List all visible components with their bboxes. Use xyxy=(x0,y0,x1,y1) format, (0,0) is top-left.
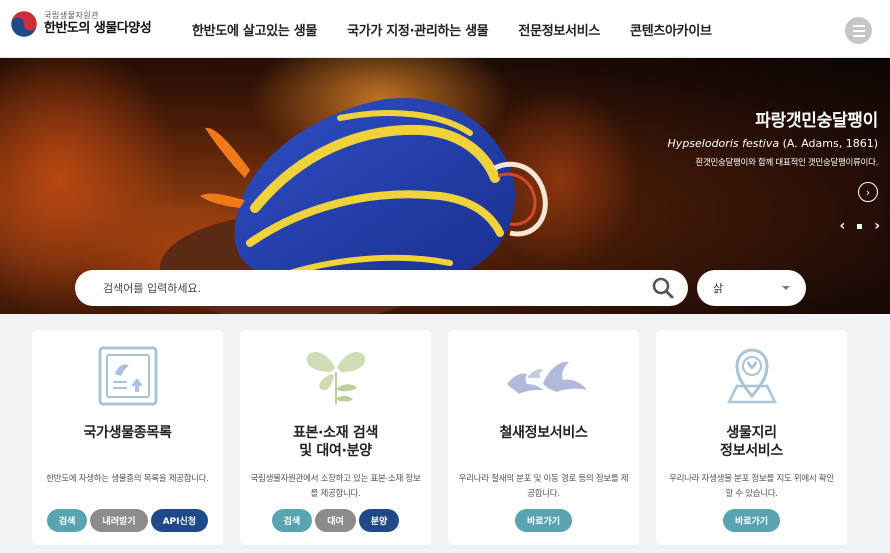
api-request-button[interactable]: API신청 xyxy=(150,509,209,532)
map-pin-icon xyxy=(726,348,777,404)
card-title: 국가생물종목록 xyxy=(83,425,172,441)
card-description: 우리나라 자생생물 분포 정보를 지도 위에서 확인할 수 있습니다. xyxy=(669,474,834,499)
logo-org-name: 국립생물자원관 xyxy=(44,11,100,20)
card-specimen-search: 표본·소재 검색 및 대여·분양 국립생물자원관에서 소장하고 있는 표본·소재… xyxy=(240,330,431,545)
prev-slide-icon[interactable]: ‹ xyxy=(839,218,845,234)
main-nav: 한반도에 살고있는 생물 국가가 지정·관리하는 생물 전문정보서비스 콘텐츠아… xyxy=(192,20,742,39)
hero-banner: 파랑갯민숭달팽이 Hypselodoris festiva (A. Adams,… xyxy=(0,58,890,314)
scientific-name: Hypselodoris festiva (A. Adams, 1861) xyxy=(667,137,878,150)
butterfly-leaf-icon xyxy=(306,352,365,404)
birds-icon xyxy=(506,361,587,394)
taegeuk-emblem-icon xyxy=(10,10,38,38)
logo-site-name: 한반도의 생물다양성 xyxy=(44,21,152,36)
download-button[interactable]: 내려받기 xyxy=(90,509,148,532)
card-title: 표본·소재 검색 및 대여·분양 xyxy=(292,425,379,459)
hero-caption: 파랑갯민숭달팽이 Hypselodoris festiva (A. Adams,… xyxy=(667,106,879,168)
more-info-arrow-icon[interactable]: › xyxy=(858,182,878,202)
hero-pager: ‹ › xyxy=(839,218,880,234)
chevron-down-icon xyxy=(782,286,790,290)
go-button[interactable]: 바로가기 xyxy=(514,509,573,532)
go-button[interactable]: 바로가기 xyxy=(722,509,781,532)
species-name: 파랑갯민숭달팽이 xyxy=(755,111,878,131)
card-title: 철새정보서비스 xyxy=(499,425,588,441)
hamburger-menu-button[interactable] xyxy=(845,17,872,44)
distribution-button[interactable]: 분양 xyxy=(358,509,400,532)
site-header: 국립생물자원관 한반도의 생물다양성 한반도에 살고있는 생물 국가가 지정·관… xyxy=(0,0,890,58)
rental-button[interactable]: 대여 xyxy=(315,509,356,532)
species-description: 흰갯민숭달팽이와 함께 대표적인 갯민숭달팽이류이다. xyxy=(695,158,878,168)
card-migratory-bird-service: 철새정보서비스 우리나라 철새의 분포 및 이동 경로 등의 정보를 제공합니다… xyxy=(448,330,639,545)
site-logo[interactable]: 국립생물자원관 한반도의 생물다양성 xyxy=(10,10,152,38)
card-biogeography-service: 생물지리 정보서비스 우리나라 자생생물 분포 정보를 지도 위에서 확인할 수… xyxy=(656,330,847,545)
search-icon[interactable] xyxy=(652,277,674,299)
nav-item-content-archive[interactable]: 콘텐츠아카이브 xyxy=(630,20,712,39)
search-input[interactable] xyxy=(103,281,652,295)
card-title: 생물지리 정보서비스 xyxy=(720,425,783,459)
nav-item-native-species[interactable]: 한반도에 살고있는 생물 xyxy=(192,20,317,39)
species-list-icon xyxy=(98,346,157,406)
search-button[interactable]: 검색 xyxy=(271,509,313,532)
nav-item-protected-species[interactable]: 국가가 지정·관리하는 생물 xyxy=(347,20,489,39)
category-select[interactable]: 삵 xyxy=(697,270,806,306)
card-description: 한반도에 자생하는 생물종의 목록을 제공합니다. xyxy=(46,474,209,484)
card-description: 우리나라 철새의 분포 및 이동 경로 등의 정보를 제공합니다. xyxy=(458,474,629,499)
card-national-species-list: 국가생물종목록 한반도에 자생하는 생물종의 목록을 제공합니다. 검색 내려받… xyxy=(32,330,223,545)
nav-item-expert-services[interactable]: 전문정보서비스 xyxy=(518,20,600,39)
search-button[interactable]: 검색 xyxy=(46,509,88,532)
pause-slide-icon[interactable] xyxy=(857,223,863,229)
search-bar xyxy=(75,270,688,306)
next-slide-icon[interactable]: › xyxy=(874,218,880,234)
category-select-value: 삵 xyxy=(713,282,724,295)
card-description: 국립생물자원관에서 소장하고 있는 표본·소재 정보를 제공합니다. xyxy=(250,474,421,499)
